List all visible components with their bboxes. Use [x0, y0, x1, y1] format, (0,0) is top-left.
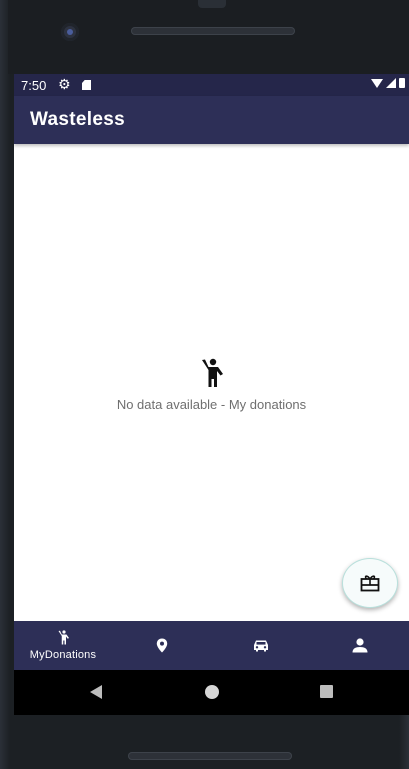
app-title: Wasteless — [30, 109, 125, 130]
back-icon[interactable] — [90, 685, 102, 699]
status-time: 7:50 — [21, 78, 47, 93]
nav-item-mydonations[interactable]: MyDonations — [14, 621, 112, 670]
nav-label-mydonations: MyDonations — [29, 649, 97, 661]
bottom-speaker — [128, 752, 292, 760]
earpiece-speaker — [131, 27, 295, 35]
gift-card-icon — [360, 575, 380, 592]
add-donation-button[interactable] — [342, 558, 398, 608]
home-icon[interactable] — [205, 685, 219, 699]
wifi-icon — [371, 78, 383, 88]
signal-icon — [386, 78, 396, 88]
bottom-navigation: MyDonations — [14, 621, 409, 670]
nav-item-car[interactable] — [211, 621, 310, 670]
front-camera — [61, 23, 79, 41]
person-waving-icon — [58, 630, 69, 645]
car-icon — [253, 640, 268, 652]
person-icon — [352, 638, 367, 653]
person-waving-icon — [202, 358, 223, 387]
status-bar: 7:50 ⚙ — [14, 74, 409, 96]
nav-item-map[interactable] — [112, 621, 211, 670]
battery-icon — [399, 78, 405, 88]
nav-item-profile[interactable] — [310, 621, 409, 670]
phone-screen: 7:50 ⚙ Wasteless No data available - My … — [14, 74, 409, 715]
app-bar: Wasteless — [14, 96, 409, 144]
sd-card-icon — [82, 80, 91, 90]
device-notch — [198, 0, 226, 8]
recent-apps-icon[interactable] — [320, 685, 333, 698]
gear-icon: ⚙ — [58, 76, 71, 92]
map-pin-icon — [156, 638, 167, 653]
system-navigation-bar — [14, 670, 409, 715]
empty-state-message: No data available - My donations — [116, 397, 307, 412]
status-indicators — [371, 78, 405, 88]
